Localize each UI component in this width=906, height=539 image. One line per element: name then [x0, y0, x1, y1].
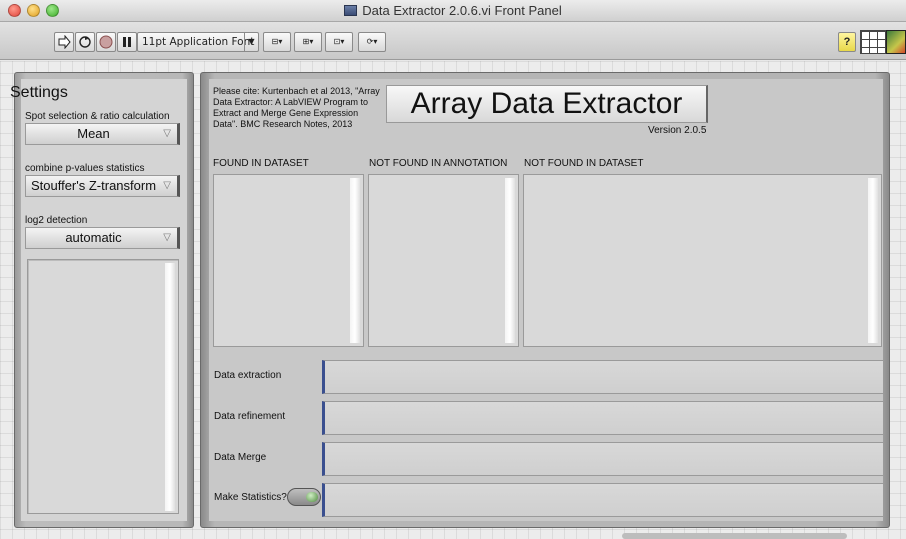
found-in-dataset-scrollbar[interactable] — [350, 178, 360, 343]
resize-objects-button[interactable]: ⊡▾ — [325, 32, 353, 52]
settings-listbox-scrollbar[interactable] — [165, 263, 175, 511]
data-refinement-bar — [322, 401, 884, 435]
connector-pane-icon[interactable] — [860, 30, 886, 54]
found-in-dataset-listbox[interactable] — [213, 174, 364, 347]
not-found-dataset-scrollbar[interactable] — [868, 178, 878, 343]
align-objects-icon: ⊟▾ — [271, 37, 283, 46]
run-continuously-icon — [79, 36, 91, 48]
not-found-dataset-listbox[interactable] — [523, 174, 882, 347]
settings-title: Settings — [10, 84, 68, 101]
reorder-button[interactable]: ⟳▾ — [358, 32, 386, 52]
context-help-button[interactable]: ? — [838, 32, 856, 52]
vi-icon[interactable] — [886, 30, 906, 54]
ring-dropdown-icon: ▽ — [163, 128, 171, 139]
data-extraction-bar — [322, 360, 884, 394]
vi-document-icon — [344, 5, 358, 16]
chevron-down-icon: ▼ — [244, 33, 258, 51]
pvalue-stat-value: Stouffer's Z-transform — [30, 178, 157, 193]
citation-text: Please cite: Kurtenbach et al 2013, "Arr… — [213, 86, 380, 129]
app-title: Array Data Extractor — [386, 85, 708, 123]
window-title: Data Extractor 2.0.6.vi Front Panel — [362, 3, 562, 18]
help-icon: ? — [843, 36, 851, 48]
toolbar: 11pt Application Font ▼ ⊟▾ ⊞▾ ⊡▾ ⟳▾ ? — [0, 22, 906, 60]
pvalue-stat-label: combine p-values statistics — [25, 163, 145, 174]
run-arrow-icon — [58, 34, 71, 50]
window-title-wrap: Data Extractor 2.0.6.vi Front Panel — [0, 3, 906, 18]
font-select-label: 11pt Application Font — [142, 36, 255, 48]
spot-selection-label: Spot selection & ratio calculation — [25, 111, 170, 122]
abort-button[interactable] — [96, 32, 116, 52]
run-button[interactable] — [54, 32, 74, 52]
align-objects-button[interactable]: ⊟▾ — [263, 32, 291, 52]
ring-dropdown-icon: ▽ — [163, 180, 171, 191]
spot-selection-ring[interactable]: Mean ▽ — [25, 123, 180, 145]
log2-detection-label: log2 detection — [25, 215, 88, 226]
data-refinement-label: Data refinement — [214, 411, 286, 422]
data-merge-bar — [322, 442, 884, 476]
toggle-knob — [306, 492, 318, 502]
reorder-icon: ⟳▾ — [366, 37, 378, 46]
font-select[interactable]: 11pt Application Font ▼ — [137, 32, 259, 52]
make-statistics-toggle[interactable] — [287, 488, 321, 506]
log2-detection-ring[interactable]: automatic ▽ — [25, 227, 180, 249]
pvalue-stat-ring[interactable]: Stouffer's Z-transform ▽ — [25, 175, 180, 197]
run-continuously-button[interactable] — [75, 32, 95, 52]
not-found-annotation-listbox[interactable] — [368, 174, 519, 347]
found-in-dataset-header: FOUND IN DATASET — [213, 158, 309, 169]
distribute-objects-icon: ⊞▾ — [302, 37, 314, 46]
pause-icon — [123, 37, 131, 47]
title-bar: Data Extractor 2.0.6.vi Front Panel — [0, 0, 906, 22]
data-extraction-label: Data extraction — [214, 370, 282, 381]
pause-button[interactable] — [117, 32, 137, 52]
resize-objects-icon: ⊡▾ — [333, 37, 345, 46]
log2-detection-value: automatic — [65, 230, 122, 245]
make-statistics-bar — [322, 483, 884, 517]
not-found-annotation-scrollbar[interactable] — [505, 178, 515, 343]
make-statistics-label: Make Statistics? — [214, 492, 287, 503]
distribute-objects-button[interactable]: ⊞▾ — [294, 32, 322, 52]
not-found-annotation-header: NOT FOUND IN ANNOTATION — [369, 158, 508, 169]
data-merge-label: Data Merge — [214, 452, 267, 463]
spot-selection-value: Mean — [77, 126, 110, 141]
abort-icon — [99, 35, 113, 49]
version-label: Version 2.0.5 — [648, 125, 707, 136]
settings-listbox[interactable] — [27, 259, 179, 514]
not-found-dataset-header: NOT FOUND IN DATASET — [524, 158, 644, 169]
ring-dropdown-icon: ▽ — [163, 232, 171, 243]
horizontal-scrollbar[interactable] — [622, 533, 847, 539]
